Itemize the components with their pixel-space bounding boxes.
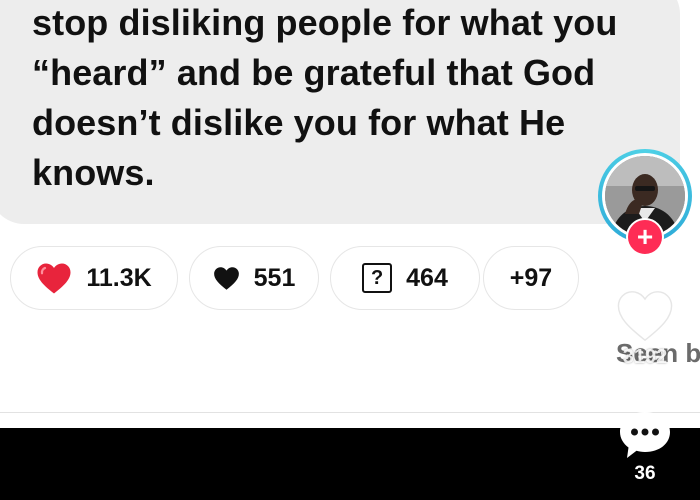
reaction-red-heart[interactable]: 11.3K — [10, 246, 178, 310]
plus-icon: + — [636, 221, 654, 252]
like-count: 3192 — [622, 346, 668, 368]
reaction-question-box[interactable]: ? 464 — [330, 246, 480, 310]
red-heart-icon — [36, 262, 72, 295]
question-glyph: ? — [362, 263, 393, 293]
comment-icon — [620, 412, 670, 458]
black-heart-icon — [213, 266, 240, 291]
heart-icon — [617, 291, 673, 342]
more-reactions-label: +97 — [509, 263, 553, 292]
message-line: “heard” and be grateful that God — [32, 52, 596, 93]
reaction-count: 551 — [253, 263, 296, 292]
message-line: stop disliking people for what you — [32, 2, 618, 43]
follow-button[interactable]: + — [626, 218, 664, 256]
divider — [0, 412, 700, 413]
reaction-black-heart[interactable]: 551 — [189, 246, 319, 310]
question-box-icon: ? — [362, 263, 393, 293]
like-button[interactable] — [616, 288, 674, 344]
more-reactions-button[interactable]: +97 — [483, 246, 579, 310]
comment-count: 36 — [634, 463, 656, 484]
bottom-bar — [0, 428, 700, 500]
reaction-count: 464 — [406, 263, 448, 292]
message-text: stop disliking people for what you “hear… — [32, 0, 682, 198]
message-line: doesn’t dislike you for what He — [32, 102, 566, 143]
message-line: knows. — [32, 152, 155, 193]
comment-button[interactable] — [616, 408, 674, 462]
reaction-count: 11.3K — [86, 263, 152, 292]
